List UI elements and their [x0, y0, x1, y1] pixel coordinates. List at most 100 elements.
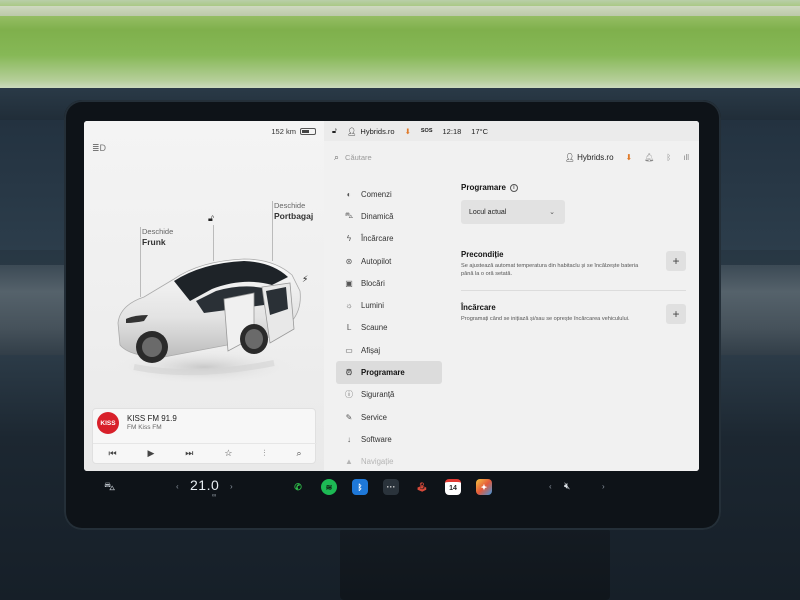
preconditioning-row: Precondiție Se ajustează automat tempera…: [461, 250, 686, 278]
user-profile[interactable]: 👤︎ Hybrids.ro: [565, 153, 614, 162]
calendar-icon[interactable]: 14: [445, 479, 461, 495]
header-right: 👤︎ Hybrids.ro ⬇︎ 🔔︎ ᛒ ıll: [565, 153, 689, 162]
mute-speaker-icon[interactable]: 🔇︎: [564, 481, 570, 492]
equalizer-icon[interactable]: ⫶: [263, 448, 265, 459]
preconditioning-description: Se ajustează automat temperatura din hab…: [461, 263, 639, 277]
preconditioning-title: Precondiție: [461, 250, 504, 259]
bluetooth-icon[interactable]: ᛒ: [666, 153, 671, 162]
download-icon[interactable]: ⬇︎: [405, 127, 411, 136]
station-name: KISS FM 91.9: [127, 414, 177, 423]
add-preconditioning-button[interactable]: +: [666, 251, 686, 271]
more-apps-icon[interactable]: ···: [383, 479, 399, 495]
settings-search-input[interactable]: Căutare: [345, 153, 372, 162]
range-indicator: 152 km: [271, 127, 316, 136]
menu-item-incarcare[interactable]: ϟ Încărcare: [336, 228, 442, 250]
alarm-clock-icon: ⏰︎: [345, 367, 353, 377]
vehicle-panel: ≣D 152 km Deschide Frunk 🔓︎ Deschide Por…: [84, 121, 324, 471]
status-profile[interactable]: Hybrids.ro: [360, 127, 394, 136]
next-track-icon[interactable]: ⏭︎: [185, 448, 193, 459]
car-illustration: [112, 258, 301, 385]
download-icon: ↓: [347, 434, 351, 444]
add-charging-button[interactable]: +: [666, 304, 686, 325]
profile-icon: 👤︎: [564, 152, 575, 162]
phone-icon[interactable]: ✆: [290, 479, 306, 495]
bluetooth-icon[interactable]: ᛒ: [352, 479, 368, 495]
play-icon[interactable]: ▶︎: [147, 448, 154, 459]
menu-item-autopilot[interactable]: ⊛ Autopilot: [336, 250, 442, 272]
menu-label: Lumini: [361, 301, 384, 311]
menu-item-programare[interactable]: ⏰︎ Programare: [336, 361, 442, 384]
profile-icon: 👤︎: [346, 126, 357, 136]
previous-track-icon[interactable]: ⏮︎: [108, 448, 116, 459]
range-text: 152 km: [271, 127, 296, 136]
charging-title: Încărcare: [461, 303, 496, 313]
settings-menu: ◐ Comenzi ⛍ Dinamică ϟ Încărcare ⊛ Autopilot…: [336, 183, 442, 471]
trunk-label: Portbagaj: [274, 211, 314, 222]
media-controls: ⏮︎ ▶︎ ⏭︎ ☆ ⫶ ⌕: [93, 443, 317, 463]
menu-label: Autopilot: [361, 256, 392, 266]
frunk-action: Deschide: [142, 227, 174, 236]
menu-label: Programare: [361, 368, 405, 378]
favorite-star-icon[interactable]: ☆: [224, 448, 232, 459]
temp-down-icon[interactable]: ‹: [176, 482, 179, 491]
location-dropdown[interactable]: Locul actual ⌄: [461, 200, 565, 224]
cabin-temperature[interactable]: 21.0 ∞: [190, 477, 220, 499]
menu-item-navigatie[interactable]: ▲ Navigație: [336, 451, 442, 471]
menu-item-blocari[interactable]: ▣ Blocări: [336, 272, 442, 294]
info-icon: ⓘ: [345, 390, 353, 400]
menu-item-comenzi[interactable]: ◐ Comenzi: [336, 183, 442, 205]
search-row: ⌕ Căutare 👤︎ Hybrids.ro ⬇︎ 🔔︎ ᛒ ıll: [324, 145, 699, 169]
section-title: Programare i: [461, 183, 686, 192]
bolt-icon: ϟ: [346, 234, 352, 244]
bottom-bar: ⛍ ‹ 21.0 ∞ › ✆ ≋ ᛒ ··· 🕹︎ 14 ✦ ‹ 🔇︎ ›: [84, 473, 699, 503]
menu-item-service[interactable]: ✎ Service: [336, 406, 442, 428]
unlocked-padlock-icon[interactable]: 🔓︎: [208, 213, 214, 224]
menu-item-siguranta[interactable]: ⓘ Siguranță: [336, 384, 442, 406]
menu-label: Comenzi: [361, 189, 392, 199]
car-icon[interactable]: ⛍: [104, 481, 115, 495]
touchscreen: ≣D 152 km Deschide Frunk 🔓︎ Deschide Por…: [84, 121, 699, 471]
volume-down-icon[interactable]: ‹: [549, 482, 552, 491]
charging-row: Încărcare Programați când se inițiază și…: [461, 303, 686, 325]
station-subtitle: FM Kiss FM: [127, 424, 162, 431]
info-icon[interactable]: i: [509, 183, 518, 192]
bell-icon[interactable]: 🔔︎: [644, 153, 654, 162]
dropdown-value: Locul actual: [469, 208, 507, 216]
menu-label: Scaune: [361, 323, 388, 333]
menu-item-dinamica[interactable]: ⛍ Dinamică: [336, 205, 442, 227]
temp-up-icon[interactable]: ›: [230, 482, 233, 491]
chevron-down-icon: ⌄: [549, 209, 555, 216]
clock: 12:18: [442, 126, 462, 136]
download-icon[interactable]: ⬇︎: [626, 153, 633, 162]
lock-status-icon[interactable]: 🔓︎: [332, 126, 337, 136]
menu-item-afisaj[interactable]: ▭ Afișaj: [336, 339, 442, 361]
steering-wheel-icon: ⊛: [345, 256, 353, 266]
calendar-day: 14: [449, 485, 457, 492]
outside-temperature: 17°C: [471, 126, 489, 136]
search-icon[interactable]: ⌕: [334, 152, 339, 163]
spotify-icon[interactable]: ≋: [321, 479, 337, 495]
display-icon: ▭: [345, 345, 353, 355]
charging-description: Programați când se inițiază și/sau se op…: [461, 316, 630, 323]
cabin-temperature-value: 21.0: [190, 477, 220, 493]
headlights-icon[interactable]: ≣D: [92, 143, 106, 153]
menu-item-scaune[interactable]: ᒪ Scaune: [336, 317, 442, 339]
settings-panel: 🔓︎ 👤︎ Hybrids.ro ⬇︎ SOS 12:18 17°C ⌕ Cău…: [324, 121, 699, 471]
media-player[interactable]: KISS KISS FM 91.9 FM Kiss FM ⏮︎ ▶︎ ⏭︎ ☆ …: [92, 408, 317, 464]
outdoor-road: [0, 6, 800, 16]
joystick-icon[interactable]: 🕹︎: [414, 479, 430, 495]
menu-label: Service: [361, 412, 387, 422]
trunk-callout[interactable]: Deschide Portbagaj: [274, 201, 313, 223]
menu-label: Software: [361, 434, 392, 444]
trunk-action: Deschide: [274, 201, 306, 210]
search-icon[interactable]: ⌕: [296, 448, 301, 459]
menu-label: Încărcare: [361, 234, 394, 244]
section-title-text: Programare: [461, 183, 506, 192]
toggle-icon: ◐: [346, 189, 352, 199]
menu-item-lumini[interactable]: ☼ Lumini: [336, 294, 442, 316]
toybox-icon[interactable]: ✦: [476, 479, 492, 495]
seat-heat-icon: ∞: [212, 493, 217, 499]
status-bar: 🔓︎ 👤︎ Hybrids.ro ⬇︎ SOS 12:18 17°C: [324, 121, 699, 141]
volume-up-icon[interactable]: ›: [602, 482, 605, 491]
menu-item-software[interactable]: ↓ Software: [336, 428, 442, 450]
